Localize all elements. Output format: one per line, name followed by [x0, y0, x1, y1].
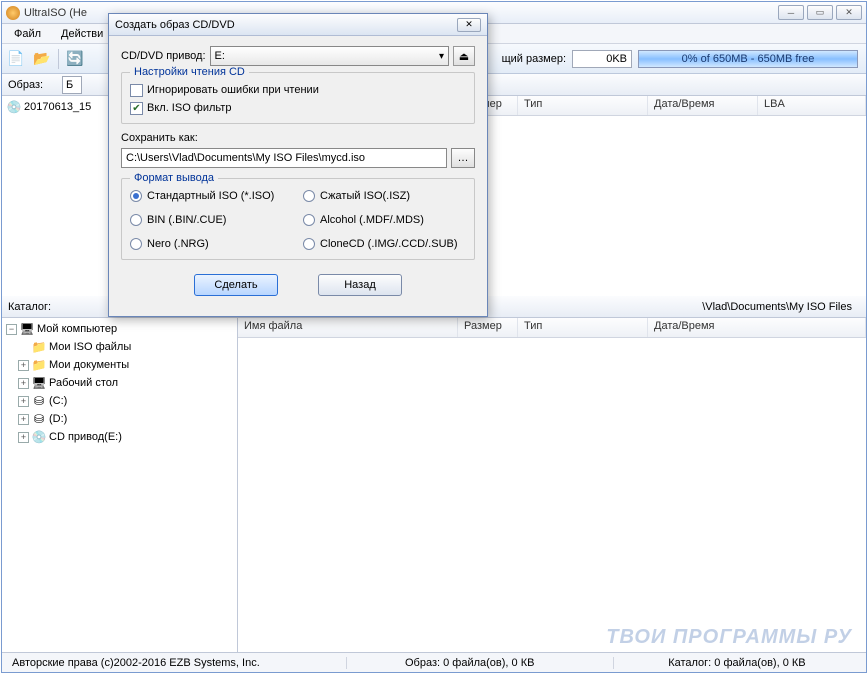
toolbar-separator — [58, 49, 59, 69]
radio-icon — [303, 238, 315, 250]
create-image-dialog: Создать образ CD/DVD ✕ CD/DVD привод: E:… — [108, 13, 488, 317]
col-type[interactable]: Тип — [518, 96, 648, 115]
close-button[interactable]: ✕ — [836, 5, 862, 20]
tree-item[interactable]: +⛁(C:) — [4, 392, 235, 410]
lower-tree-pane: −🖥Мой компьютер📁Мои ISO файлы+📁Мои докум… — [2, 318, 238, 652]
read-settings-group: Настройки чтения CD Игнорировать ошибки … — [121, 72, 475, 124]
folder-icon: ⛁ — [31, 394, 47, 408]
drive-combo[interactable]: E: — [210, 46, 449, 66]
expander-icon[interactable]: + — [18, 432, 29, 443]
ignore-errors-label: Игнорировать ошибки при чтении — [147, 84, 319, 96]
checkbox-icon — [130, 84, 143, 97]
col-filename2[interactable]: Имя файла — [238, 318, 458, 337]
maximize-button[interactable]: ▭ — [807, 5, 833, 20]
iso-filter-checkbox[interactable]: ✔ Вкл. ISO фильтр — [130, 99, 466, 117]
tree-root-label: 20170613_15 — [24, 101, 91, 113]
drive-label: CD/DVD привод: — [121, 50, 206, 62]
image-field[interactable]: Б — [62, 76, 82, 94]
col-datetime[interactable]: Дата/Время — [648, 96, 758, 115]
fmt-nrg-radio[interactable]: Nero (.NRG) — [130, 235, 293, 253]
folder-icon: 📁 — [31, 340, 47, 354]
col-type2[interactable]: Тип — [518, 318, 648, 337]
expander-icon[interactable]: + — [18, 360, 29, 371]
new-icon[interactable]: 📄 — [6, 49, 26, 69]
image-label: Образ: — [8, 79, 58, 91]
total-size-value: 0KB — [572, 50, 632, 68]
expander-icon[interactable]: + — [18, 396, 29, 407]
statusbar: Авторские права (c)2002-2016 EZB Systems… — [2, 652, 866, 672]
col-datetime2[interactable]: Дата/Время — [648, 318, 866, 337]
save-path-input[interactable]: C:\Users\Vlad\Documents\My ISO Files\myc… — [121, 148, 447, 168]
dialog-titlebar[interactable]: Создать образ CD/DVD ✕ — [109, 14, 487, 36]
lower-list-pane: Имя файла Размер Тип Дата/Время — [238, 318, 866, 652]
disc-icon: 💿 — [6, 100, 22, 114]
browse-button[interactable]: … — [451, 148, 475, 168]
fmt-ccd-radio[interactable]: CloneCD (.IMG/.CCD/.SUB) — [303, 235, 466, 253]
radio-icon — [130, 190, 142, 202]
radio-icon — [303, 214, 315, 226]
folder-icon: 💿 — [31, 430, 47, 444]
tree-my-computer[interactable]: −🖥Мой компьютер — [4, 320, 235, 338]
col-size2[interactable]: Размер — [458, 318, 518, 337]
lower-list-header: Имя файла Размер Тип Дата/Время — [238, 318, 866, 338]
folder-icon: ⛁ — [31, 412, 47, 426]
fmt-mdf-radio[interactable]: Alcohol (.MDF/.MDS) — [303, 211, 466, 229]
tree-item[interactable]: +📁Мои документы — [4, 356, 235, 374]
dialog-close-button[interactable]: ✕ — [457, 18, 481, 32]
iso-filter-label: Вкл. ISO фильтр — [147, 102, 231, 114]
status-copyright: Авторские права (c)2002-2016 EZB Systems… — [8, 657, 326, 669]
tree-item[interactable]: +💿CD привод(E:) — [4, 428, 235, 446]
fmt-bin-radio[interactable]: BIN (.BIN/.CUE) — [130, 211, 293, 229]
ignore-errors-checkbox[interactable]: Игнорировать ошибки при чтении — [130, 81, 466, 99]
make-button[interactable]: Сделать — [194, 274, 278, 296]
app-icon — [6, 6, 20, 20]
folder-icon: 🖥 — [31, 376, 47, 390]
window-title: UltraISO (Не — [24, 7, 87, 19]
expander-icon[interactable]: + — [18, 378, 29, 389]
tree-item[interactable]: +🖥Рабочий стол — [4, 374, 235, 392]
catalog-label: Каталог: — [8, 301, 58, 313]
refresh-icon[interactable]: 🔄 — [65, 49, 85, 69]
expander-icon[interactable]: − — [6, 324, 17, 335]
computer-icon: 🖥 — [19, 322, 35, 336]
tree-item[interactable]: +⛁(D:) — [4, 410, 235, 428]
back-button[interactable]: Назад — [318, 274, 402, 296]
menu-actions[interactable]: Действи — [55, 26, 109, 42]
size-progress[interactable]: 0% of 650MB - 650MB free — [638, 50, 858, 68]
radio-icon — [130, 214, 142, 226]
fmt-iso-radio[interactable]: Стандартный ISO (*.ISO) — [130, 187, 293, 205]
status-catalog: Каталог: 0 файла(ов), 0 КВ — [613, 657, 860, 669]
output-format-legend: Формат вывода — [130, 172, 218, 184]
save-as-label: Сохранить как: — [121, 132, 475, 144]
expander-icon[interactable] — [18, 342, 29, 353]
open-icon[interactable]: 📂 — [32, 49, 52, 69]
lower-list-body[interactable] — [238, 338, 866, 652]
menu-file[interactable]: Файл — [8, 26, 47, 42]
expander-icon[interactable]: + — [18, 414, 29, 425]
checkbox-icon-checked: ✔ — [130, 102, 143, 115]
minimize-button[interactable]: ─ — [778, 5, 804, 20]
radio-icon — [303, 190, 315, 202]
tree-item[interactable]: 📁Мои ISO файлы — [4, 338, 235, 356]
read-settings-legend: Настройки чтения CD — [130, 66, 249, 78]
col-lba[interactable]: LBA — [758, 96, 866, 115]
status-image: Образ: 0 файла(ов), 0 КВ — [346, 657, 593, 669]
folder-icon: 📁 — [31, 358, 47, 372]
output-format-group: Формат вывода Стандартный ISO (*.ISO) Сж… — [121, 178, 475, 260]
eject-icon: ⏏ — [459, 50, 469, 63]
total-size-label: щий размер: — [502, 53, 566, 65]
eject-button[interactable]: ⏏ — [453, 46, 475, 66]
dialog-title: Создать образ CD/DVD — [115, 19, 235, 31]
radio-icon — [130, 238, 142, 250]
fmt-isz-radio[interactable]: Сжатый ISO(.ISZ) — [303, 187, 466, 205]
